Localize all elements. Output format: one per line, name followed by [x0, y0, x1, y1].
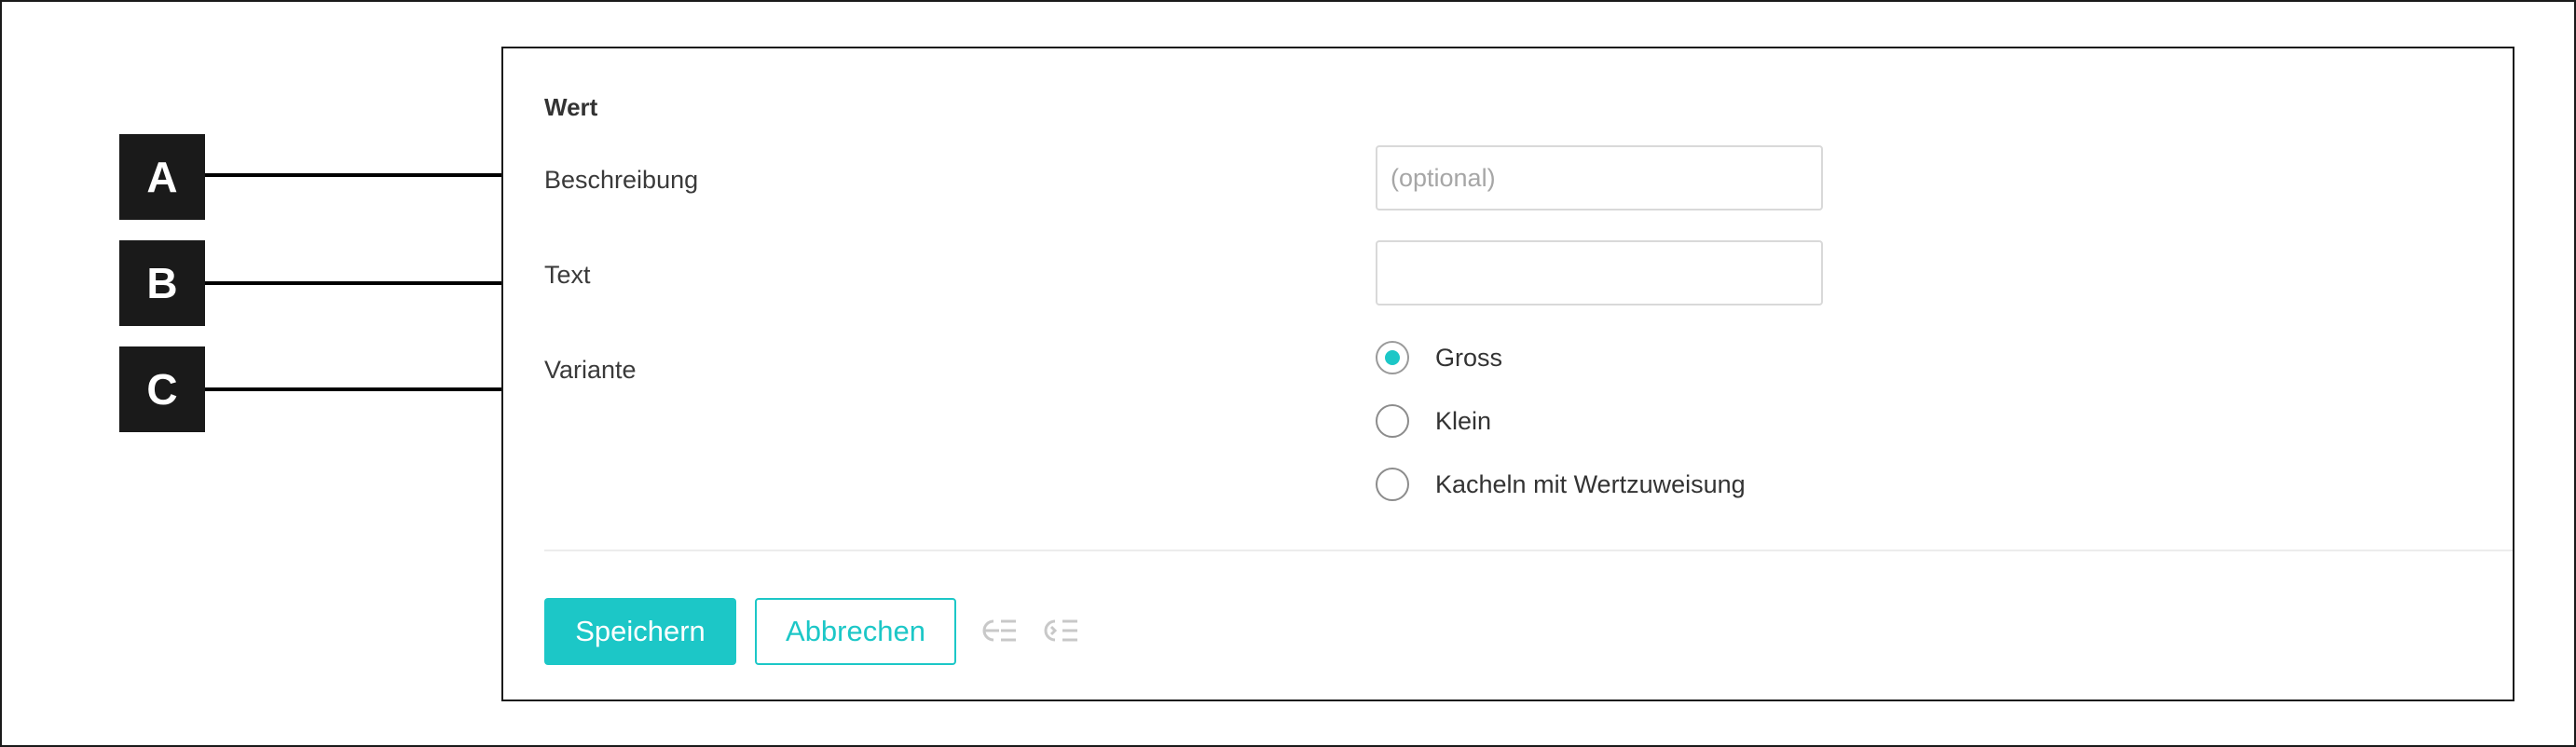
radio-kacheln-label: Kacheln mit Wertzuweisung [1435, 469, 1746, 498]
radio-klein-label: Klein [1435, 406, 1492, 435]
form-panel: Wert Beschreibung Text Variante Gross Kl… [501, 47, 2514, 701]
indent-icon[interactable] [1040, 614, 1079, 647]
beschreibung-input[interactable] [1376, 145, 1823, 211]
callout-a-line [205, 173, 522, 177]
text-label: Text [544, 261, 591, 289]
callout-c: C [119, 346, 205, 432]
radio-klein[interactable]: Klein [1376, 401, 1491, 441]
outdent-icon[interactable] [979, 614, 1018, 647]
radio-gross[interactable]: Gross [1376, 337, 1502, 378]
radio-kacheln-circle[interactable] [1376, 468, 1409, 501]
cancel-button[interactable]: Abbrechen [755, 598, 956, 665]
callout-b: B [119, 240, 205, 326]
section-title: Wert [544, 93, 598, 121]
callout-b-line [205, 281, 522, 285]
save-button[interactable]: Speichern [544, 598, 736, 665]
variante-label: Variante [544, 356, 637, 384]
beschreibung-label: Beschreibung [544, 166, 699, 194]
footer-divider [544, 550, 2513, 551]
radio-kacheln[interactable]: Kacheln mit Wertzuweisung [1376, 464, 1746, 505]
callout-c-line [205, 387, 522, 391]
radio-gross-label: Gross [1435, 343, 1503, 372]
radio-gross-circle[interactable] [1376, 341, 1409, 374]
radio-klein-circle[interactable] [1376, 404, 1409, 438]
text-input[interactable] [1376, 240, 1823, 306]
callout-a: A [119, 134, 205, 220]
